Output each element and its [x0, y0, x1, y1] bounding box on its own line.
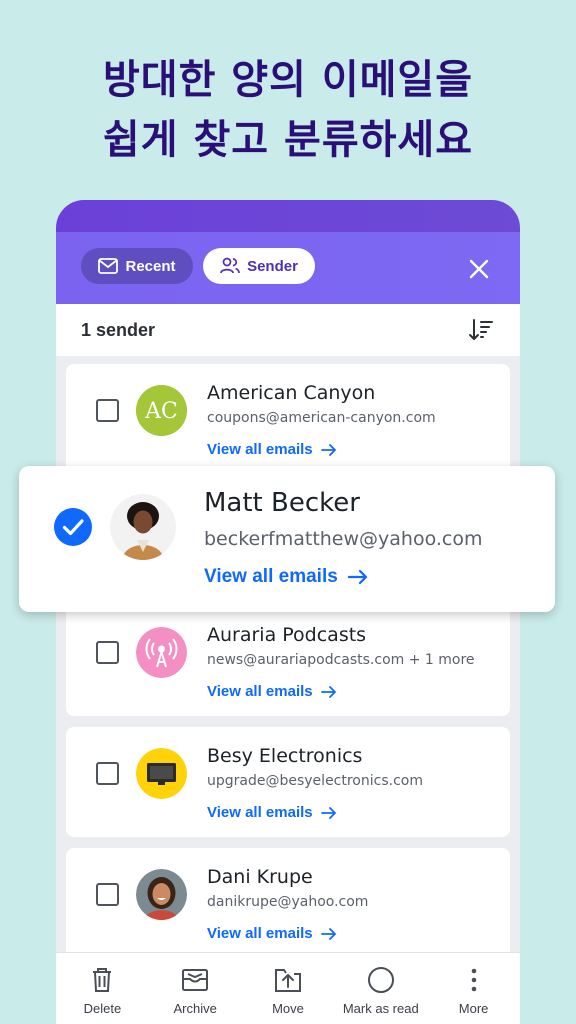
move-icon [274, 969, 301, 992]
headline-line-2: 쉽게 찾고 분류하세요 [102, 117, 474, 163]
headline: 방대한 양의 이메일을 쉽게 찾고 분류하세요 [0, 50, 576, 170]
sender-name: Matt Becker [204, 488, 360, 518]
selected-sender-card[interactable]: Matt Becker beckerfmatthew@yahoo.com Vie… [19, 466, 555, 612]
sender-name: Besy Electronics [207, 745, 363, 767]
podcast-avatar-icon [136, 627, 187, 678]
sender-card[interactable]: Besy Electronics upgrade@besyelectronics… [66, 727, 510, 837]
avatar [110, 494, 176, 560]
delete-button[interactable]: Delete [56, 953, 149, 1024]
view-all-emails-label: View all emails [207, 925, 313, 942]
select-checkbox[interactable] [96, 883, 119, 906]
arrow-right-icon [347, 569, 367, 585]
more-label: More [458, 1001, 489, 1016]
sender-card[interactable]: Auraria Podcasts news@aurariapodcasts.co… [66, 606, 510, 716]
filter-bar: Recent Sender [56, 232, 520, 304]
filter-chip-recent[interactable]: Recent [81, 248, 193, 284]
view-all-emails-label: View all emails [207, 804, 313, 821]
delete-label: Delete [83, 1001, 122, 1016]
phone-screen: Recent Sender 1 sender AC American Canyo… [56, 200, 520, 1024]
view-all-emails-link[interactable]: View all emails [204, 566, 368, 588]
close-icon[interactable] [468, 258, 490, 280]
sender-name: American Canyon [207, 382, 376, 404]
sender-email: danikrupe@yahoo.com [207, 894, 369, 910]
action-toolbar: Delete Archive Move Mark as read More [56, 952, 520, 1024]
more-vertical-icon [471, 968, 476, 992]
sender-email: beckerfmatthew@yahoo.com [204, 528, 483, 550]
sender-card[interactable]: AC American Canyon coupons@american-cany… [66, 364, 510, 474]
view-all-emails-link[interactable]: View all emails [207, 804, 337, 821]
more-button[interactable]: More [427, 953, 520, 1024]
arrow-right-icon [320, 806, 336, 819]
arrow-right-icon [320, 443, 336, 456]
archive-icon [182, 969, 209, 991]
filter-chip-sender-label: Sender [247, 257, 298, 275]
select-checkbox[interactable] [96, 399, 119, 422]
checked-checkbox-icon[interactable] [54, 508, 92, 546]
view-all-emails-label: View all emails [207, 683, 313, 700]
sender-card[interactable]: Dani Krupe danikrupe@yahoo.com View all … [66, 848, 510, 958]
view-all-emails-label: View all emails [204, 566, 338, 587]
arrow-right-icon [320, 685, 336, 698]
sender-email: upgrade@besyelectronics.com [207, 773, 423, 789]
view-all-emails-link[interactable]: View all emails [207, 441, 337, 458]
avatar [136, 869, 187, 920]
tv-avatar-icon [136, 748, 187, 799]
status-area [56, 200, 520, 232]
sender-count: 1 sender [81, 319, 156, 340]
circle-icon [367, 967, 394, 993]
archive-button[interactable]: Archive [149, 953, 242, 1024]
mail-icon [98, 258, 119, 274]
svg-text:AC: AC [144, 399, 178, 424]
avatar: AC [136, 385, 187, 436]
arrow-right-icon [320, 927, 336, 940]
move-button[interactable]: Move [242, 953, 335, 1024]
move-label: Move [272, 1001, 304, 1016]
mark-as-read-label: Mark as read [342, 1001, 419, 1016]
filter-chip-recent-label: Recent [125, 257, 176, 275]
headline-line-1: 방대한 양의 이메일을 [102, 57, 474, 103]
sender-email: news@aurariapodcasts.com + 1 more [207, 652, 475, 668]
sender-email: coupons@american-canyon.com [207, 410, 436, 426]
filter-chip-sender[interactable]: Sender [203, 248, 315, 284]
view-all-emails-link[interactable]: View all emails [207, 925, 337, 942]
sort-icon[interactable] [468, 318, 494, 342]
view-all-emails-label: View all emails [207, 441, 313, 458]
archive-label: Archive [173, 1001, 217, 1016]
select-checkbox[interactable] [96, 762, 119, 785]
results-header: 1 sender [56, 304, 520, 356]
mark-as-read-button[interactable]: Mark as read [334, 953, 427, 1024]
sender-name: Dani Krupe [207, 866, 313, 888]
view-all-emails-link[interactable]: View all emails [207, 683, 337, 700]
trash-icon [93, 968, 112, 992]
select-checkbox[interactable] [96, 641, 119, 664]
people-icon [220, 257, 240, 274]
sender-name: Auraria Podcasts [207, 624, 367, 646]
